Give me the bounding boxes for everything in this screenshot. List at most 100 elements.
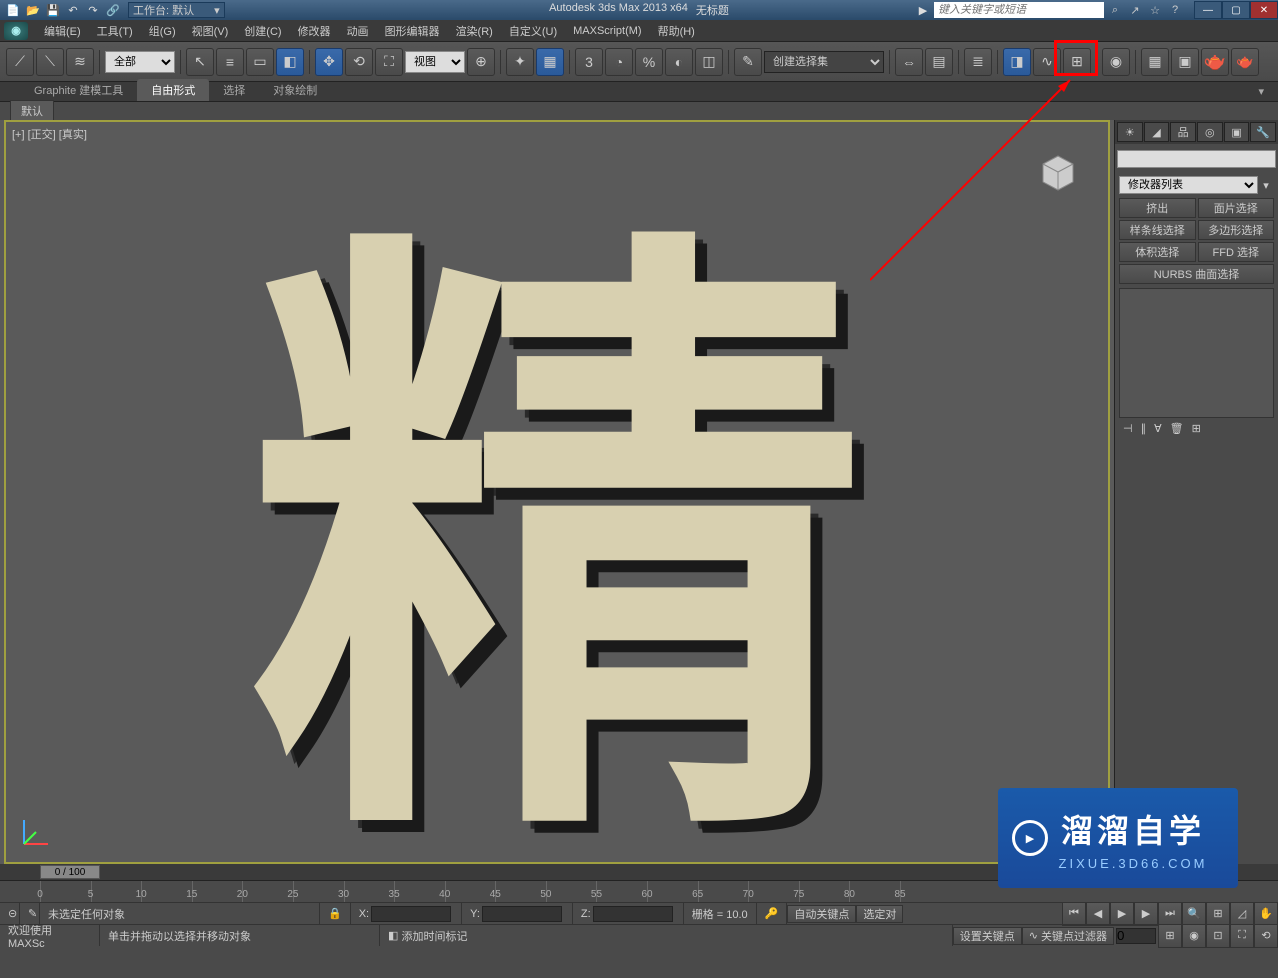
viewport[interactable]: [+] [正交] [真实] 精: [4, 120, 1110, 864]
orbit-icon[interactable]: ⟲: [1254, 924, 1278, 948]
menu-modifiers[interactable]: 修改器: [290, 21, 339, 41]
menu-tools[interactable]: 工具(T): [89, 21, 141, 41]
render-setup-icon[interactable]: ▦: [1141, 48, 1169, 76]
curve-editor-icon[interactable]: ∿: [1033, 48, 1061, 76]
max-viewport-icon[interactable]: ⊡: [1206, 924, 1230, 948]
menu-graph-editors[interactable]: 图形编辑器: [377, 21, 448, 41]
selection-filter-select[interactable]: 全部: [105, 51, 175, 73]
graphite-icon[interactable]: ◨: [1003, 48, 1031, 76]
unique-icon[interactable]: ∀: [1154, 422, 1162, 435]
ribbon-collapse-icon[interactable]: ▾: [1244, 82, 1278, 101]
bind-spacewarp-icon[interactable]: ≋: [66, 48, 94, 76]
new-file-icon[interactable]: 📄: [4, 2, 22, 18]
menu-customize[interactable]: 自定义(U): [501, 21, 565, 41]
utilities-tab-icon[interactable]: 🔧: [1250, 122, 1276, 142]
search-input[interactable]: [934, 2, 1104, 18]
modifier-stack[interactable]: [1119, 288, 1274, 418]
display-tab-icon[interactable]: ▣: [1224, 122, 1250, 142]
isolate-icon[interactable]: ◧: [388, 929, 398, 942]
modifier-list-select[interactable]: 修改器列表: [1119, 176, 1258, 194]
link-icon[interactable]: 🔗: [104, 2, 122, 18]
viewport-label[interactable]: [+] [正交] [真实]: [12, 126, 87, 142]
pan-icon[interactable]: ✋: [1254, 902, 1278, 926]
modify-tab-icon[interactable]: ◢: [1144, 122, 1170, 142]
menu-group[interactable]: 组(G): [141, 21, 184, 41]
key-icon[interactable]: 🔑: [765, 907, 779, 920]
mod-btn-nurbs[interactable]: NURBS 曲面选择: [1119, 264, 1274, 284]
schematic-view-icon[interactable]: ⊞: [1063, 48, 1091, 76]
render-iter-icon[interactable]: 🫖: [1231, 48, 1259, 76]
create-tab-icon[interactable]: ☀: [1117, 122, 1143, 142]
select-by-name-icon[interactable]: ≡: [216, 48, 244, 76]
menu-create[interactable]: 创建(C): [236, 21, 289, 41]
menu-edit[interactable]: 编辑(E): [36, 21, 89, 41]
mod-btn-poly-select[interactable]: 多边形选择: [1198, 220, 1275, 240]
play-icon[interactable]: ▶: [914, 2, 932, 18]
key-filters-button[interactable]: ∿ 关键点过滤器: [1022, 927, 1114, 945]
exchange-icon[interactable]: ↗: [1126, 1, 1144, 19]
lock-selection-icon[interactable]: 🔒: [328, 907, 342, 920]
y-coord-input[interactable]: [482, 906, 562, 922]
selected-only-button[interactable]: 选定对: [856, 905, 903, 923]
undo-icon[interactable]: ↶: [64, 2, 82, 18]
goto-end-icon[interactable]: ⏭: [1158, 902, 1182, 926]
zoom-icon[interactable]: 🔍: [1182, 902, 1206, 926]
close-button[interactable]: ✕: [1250, 1, 1278, 19]
prev-frame-icon[interactable]: ◀: [1086, 902, 1110, 926]
select-object-icon[interactable]: ↖: [186, 48, 214, 76]
add-time-tag[interactable]: 添加时间标记: [401, 928, 467, 944]
mod-btn-extrude[interactable]: 挤出: [1119, 198, 1196, 218]
autokey-button[interactable]: 自动关键点: [787, 905, 856, 923]
menu-help[interactable]: 帮助(H): [650, 21, 703, 41]
hierarchy-tab-icon[interactable]: 品: [1170, 122, 1196, 142]
remove-mod-icon[interactable]: 🗑: [1170, 422, 1184, 435]
menu-rendering[interactable]: 渲染(R): [448, 21, 501, 41]
z-coord-input[interactable]: [593, 906, 673, 922]
help-icon[interactable]: ?: [1166, 1, 1184, 19]
app-menu-button[interactable]: ◉: [4, 22, 28, 40]
maximize-button[interactable]: ▢: [1222, 1, 1250, 19]
motion-tab-icon[interactable]: ◎: [1197, 122, 1223, 142]
mod-btn-vol-select[interactable]: 体积选择: [1119, 242, 1196, 262]
zoom-extents-icon[interactable]: ⛶: [1230, 924, 1254, 948]
redo-icon[interactable]: ↷: [84, 2, 102, 18]
pin-stack-icon[interactable]: ⊣: [1123, 422, 1133, 435]
time-config-icon[interactable]: ⊞: [1158, 924, 1182, 948]
menu-maxscript[interactable]: MAXScript(M): [565, 23, 649, 39]
unlink-icon[interactable]: ⟍: [36, 48, 64, 76]
ribbon-tab-graphite[interactable]: Graphite 建模工具: [20, 79, 137, 101]
render-prod-icon[interactable]: 🫖: [1201, 48, 1229, 76]
current-frame-input[interactable]: [1116, 928, 1156, 944]
time-slider-thumb[interactable]: 0 / 100: [40, 865, 100, 879]
lock-icon[interactable]: ⊝: [8, 907, 17, 920]
x-coord-input[interactable]: [371, 906, 451, 922]
save-file-icon[interactable]: 💾: [44, 2, 62, 18]
play-anim-icon[interactable]: ▶: [1110, 902, 1134, 926]
menu-views[interactable]: 视图(V): [184, 21, 237, 41]
object-name-field[interactable]: [1117, 150, 1276, 168]
open-file-icon[interactable]: 📂: [24, 2, 42, 18]
config-icon[interactable]: ⊞: [1192, 422, 1201, 435]
goto-start-icon[interactable]: ⏮: [1062, 902, 1086, 926]
viewcube[interactable]: [1028, 142, 1088, 202]
favorite-icon[interactable]: ☆: [1146, 1, 1164, 19]
workspace-selector[interactable]: 工作台: 默认 ▾: [128, 2, 225, 18]
render-frame-icon[interactable]: ▣: [1171, 48, 1199, 76]
script-icon[interactable]: ✎: [28, 907, 37, 920]
ribbon-subtab-default[interactable]: 默认: [10, 100, 54, 122]
search-tool-icon[interactable]: ⌕: [1106, 1, 1124, 19]
minimize-button[interactable]: —: [1194, 1, 1222, 19]
modifier-arrow-icon[interactable]: ▾: [1258, 179, 1274, 192]
select-link-icon[interactable]: ⟋: [6, 48, 34, 76]
menu-animation[interactable]: 动画: [339, 21, 377, 41]
mod-btn-patch-select[interactable]: 面片选择: [1198, 198, 1275, 218]
mirror-icon[interactable]: ⇔: [895, 48, 923, 76]
setkey-button[interactable]: 设置关键点: [953, 927, 1022, 945]
material-editor-icon[interactable]: ◉: [1102, 48, 1130, 76]
ribbon-tab-freeform[interactable]: 自由形式: [137, 79, 209, 101]
next-frame-icon[interactable]: ▶: [1134, 902, 1158, 926]
show-end-icon[interactable]: ∥: [1141, 422, 1147, 435]
layer-manager-icon[interactable]: ≣: [964, 48, 992, 76]
zoom-all-icon[interactable]: ⊞: [1206, 902, 1230, 926]
align-icon[interactable]: ▤: [925, 48, 953, 76]
